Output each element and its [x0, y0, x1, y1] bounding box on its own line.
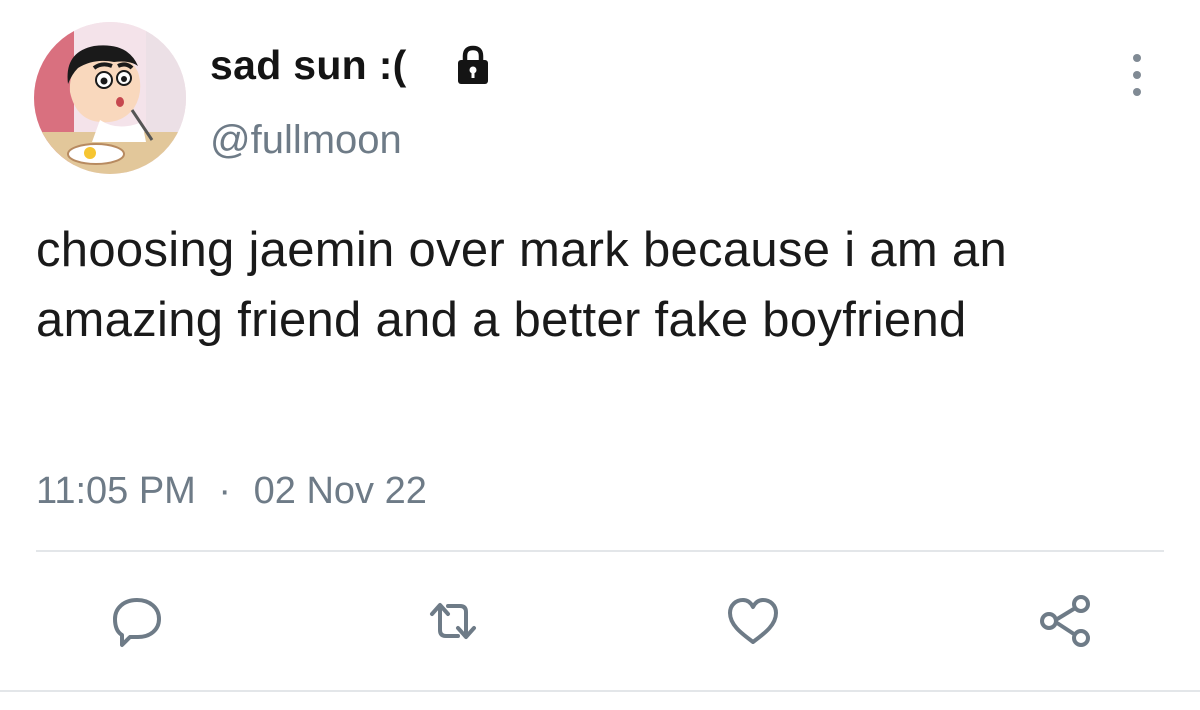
retweet-button[interactable] — [424, 592, 482, 650]
tweet-timestamp[interactable]: 11:05 PM · 02 Nov 22 — [36, 470, 427, 513]
avatar[interactable] — [34, 22, 186, 174]
tweet-text: choosing jaemin over mark because i am a… — [36, 223, 1008, 347]
reply-icon — [113, 598, 161, 647]
tweet-date: 02 Nov 22 — [253, 470, 427, 512]
user-handle[interactable]: @fullmoon — [210, 118, 402, 163]
tweet-time: 11:05 PM — [36, 470, 196, 512]
retweet-icon — [430, 603, 476, 639]
heart-icon — [728, 598, 778, 644]
divider — [36, 550, 1164, 552]
reply-button[interactable] — [108, 592, 166, 650]
share-button[interactable] — [1036, 592, 1094, 650]
tweet-card: sad sun :( @fullmoon choosing jaemin ove… — [0, 0, 1200, 710]
share-icon — [1040, 595, 1090, 647]
more-vertical-icon[interactable] — [1120, 50, 1154, 100]
avatar-image — [34, 22, 186, 174]
divider — [0, 690, 1200, 692]
like-button[interactable] — [724, 592, 782, 650]
timestamp-separator: · — [218, 470, 232, 512]
display-name[interactable]: sad sun :( — [210, 42, 407, 89]
lock-icon — [458, 45, 488, 84]
